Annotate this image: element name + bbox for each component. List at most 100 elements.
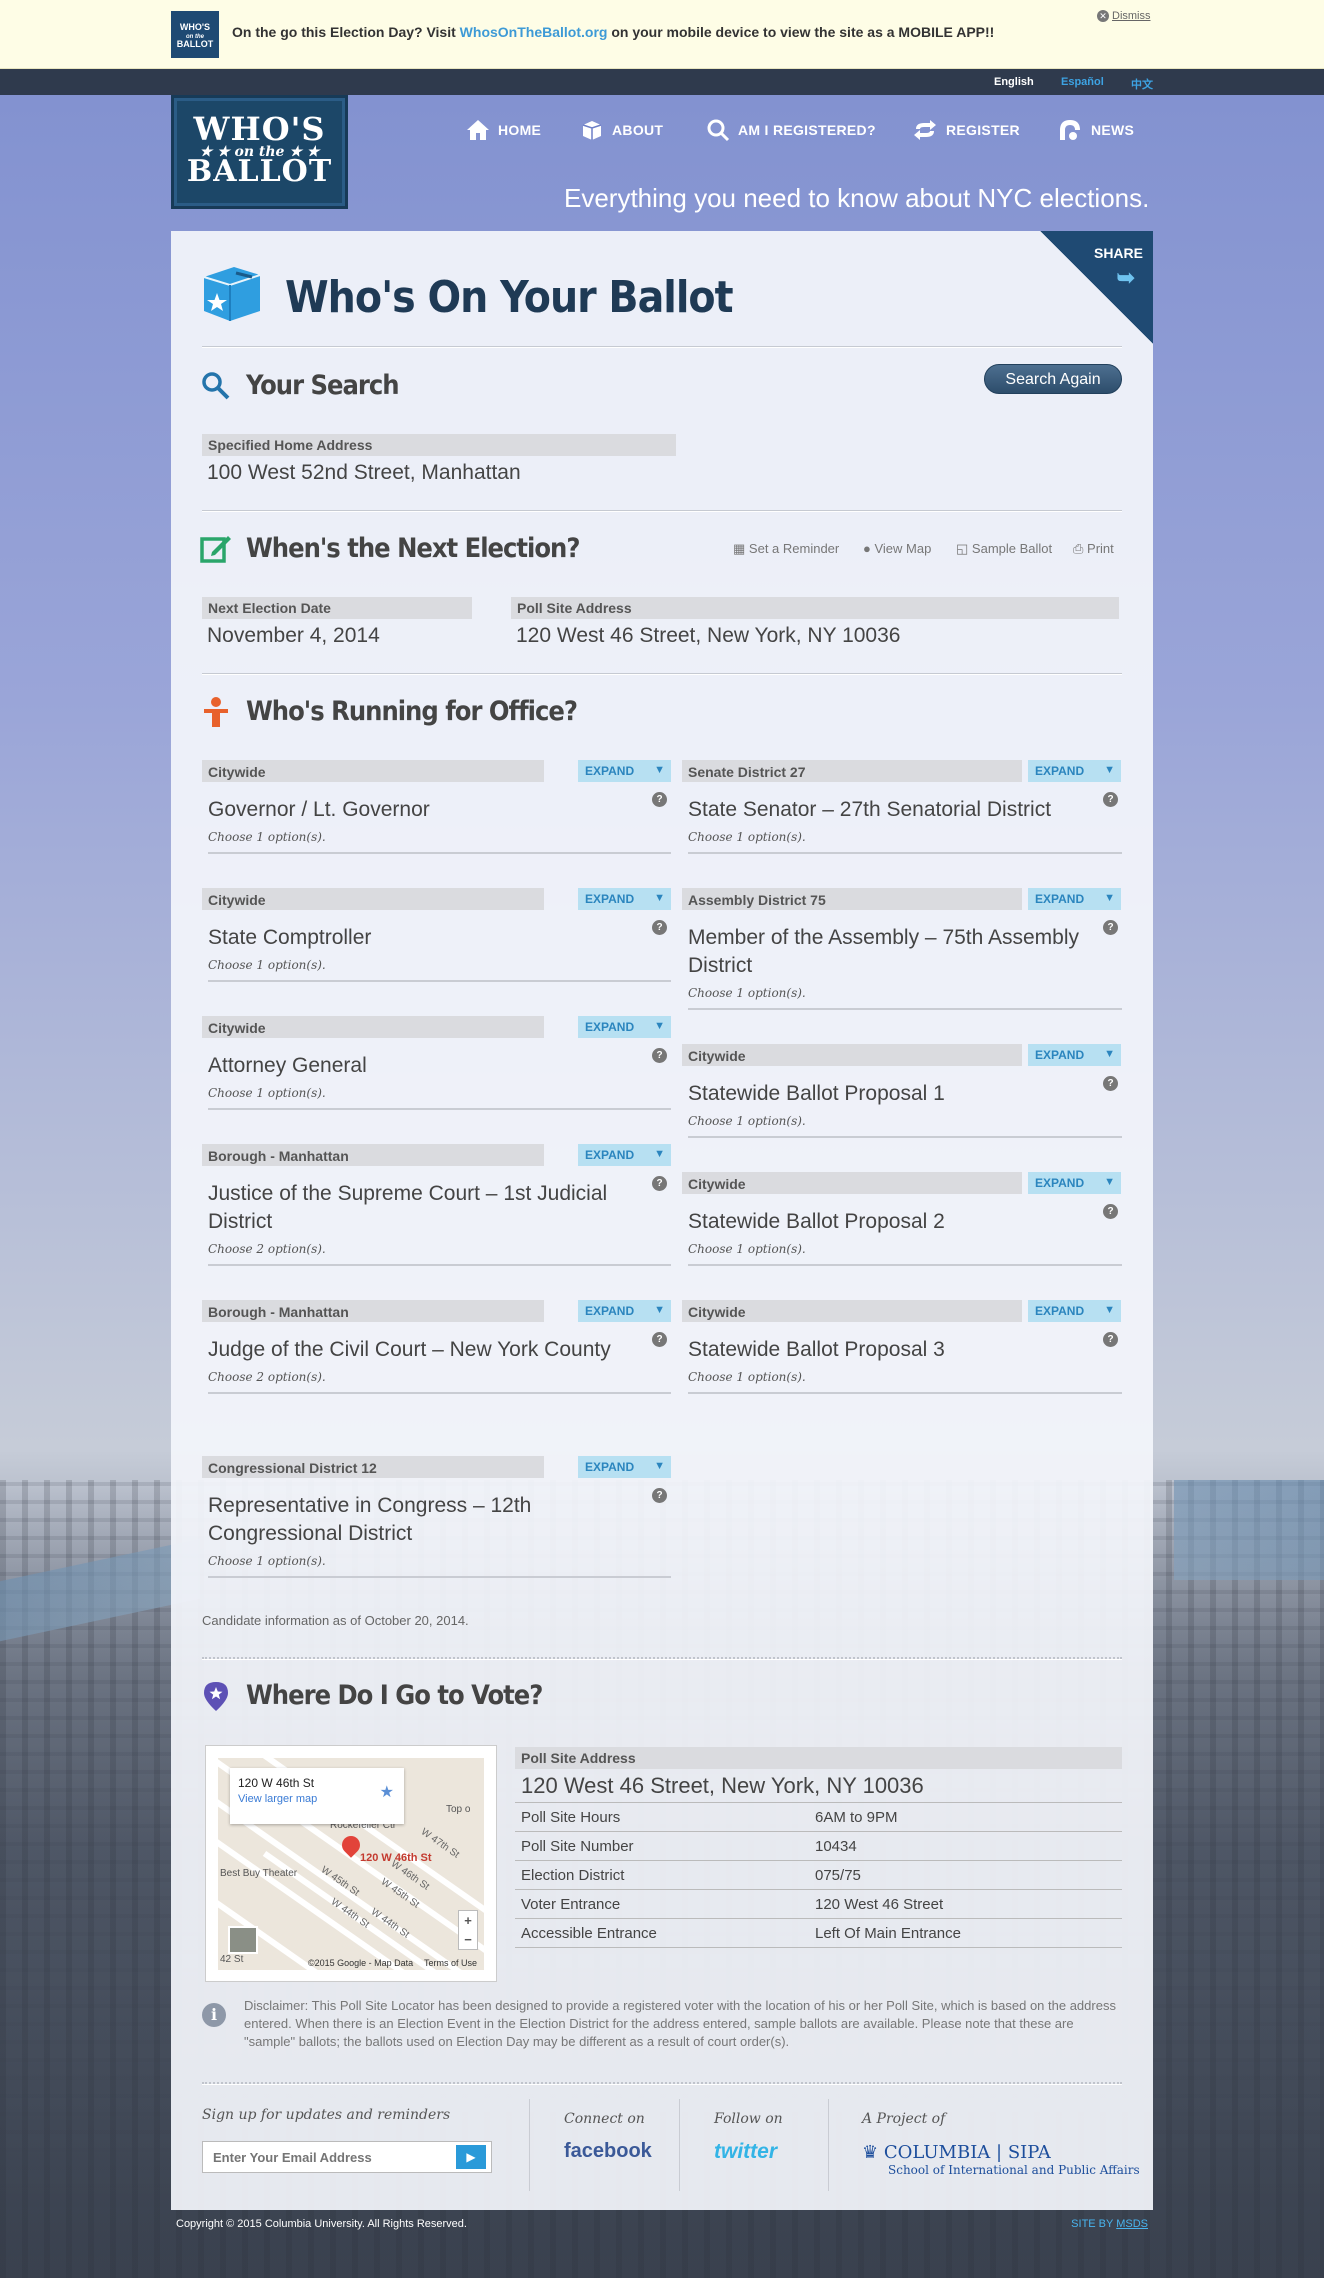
search-icon	[202, 372, 230, 400]
divider	[202, 2082, 1122, 2085]
set-reminder-link[interactable]: ▦ Set a Reminder	[733, 541, 839, 557]
nav-home-label: HOME	[498, 122, 542, 138]
detail-value: 120 West 46 Street	[815, 1895, 944, 1913]
chevron-down-icon: ▼	[654, 892, 665, 904]
detail-row: Accessible Entrance Left Of Main Entrance	[515, 1919, 1122, 1948]
satellite-toggle[interactable]	[228, 1926, 258, 1954]
expand-button[interactable]: EXPAND ▼	[1028, 1172, 1121, 1194]
nav-about[interactable]: ABOUT	[580, 118, 663, 142]
map-info-title: 120 W 46th St	[238, 1776, 315, 1790]
lang-spanish[interactable]: Español	[1061, 76, 1104, 88]
nav-news-label: NEWS	[1091, 122, 1135, 138]
expand-button[interactable]: EXPAND ▼	[578, 888, 671, 910]
detail-row: Poll Site Number 10434	[515, 1832, 1122, 1861]
help-icon[interactable]: ?	[652, 792, 667, 807]
view-map-label: View Map	[874, 541, 932, 556]
twitter-link[interactable]: twitter	[714, 2140, 777, 2164]
banner-text: On the go this Election Day? Visit	[232, 24, 460, 40]
chevron-down-icon: ▼	[654, 1460, 665, 1472]
office-name: Statewide Ballot Proposal 1	[688, 1082, 945, 1105]
detail-key: Election District	[521, 1866, 625, 1884]
office-district: Citywide	[682, 1172, 1022, 1194]
columbia-sipa-logo[interactable]: ♛ COLUMBIA | SIPA School of Internationa…	[862, 2142, 1140, 2177]
office-card: Senate District 27 EXPAND ▼ ? State Senat…	[682, 760, 1122, 854]
nav-home[interactable]: HOME	[466, 118, 541, 142]
divider	[202, 1657, 1122, 1660]
map-info-window: 120 W 46th St View larger map ★	[230, 1768, 404, 1824]
banner-link[interactable]: WhosOnTheBallot.org	[460, 24, 608, 40]
nav-register[interactable]: REGISTER	[912, 118, 1020, 142]
svg-text:WHO'S: WHO'S	[180, 22, 210, 32]
help-icon[interactable]: ?	[1103, 1076, 1118, 1091]
poll-site-map[interactable]: W 45th St W 46th St W 44th St W 47th St …	[205, 1745, 497, 1982]
help-icon[interactable]: ?	[652, 1176, 667, 1191]
print-label: Print	[1087, 541, 1114, 556]
office-card: Assembly District 75 EXPAND ▼ ? Member of…	[682, 888, 1122, 1010]
lang-chinese[interactable]: 中文	[1131, 76, 1153, 92]
map-zoom-controls[interactable]: + −	[458, 1910, 478, 1950]
detail-value: Left Of Main Entrance	[815, 1924, 961, 1942]
divider	[529, 2099, 530, 2191]
footer-bar: Copyright © 2015 Columbia University. Al…	[171, 2210, 1153, 2238]
office-choose-count: Choose 1 option(s).	[688, 1114, 1122, 1138]
office-card: Congressional District 12 EXPAND ▼ ? Repr…	[202, 1456, 671, 1578]
section-heading-your-search: Your Search	[246, 370, 400, 401]
expand-button[interactable]: EXPAND ▼	[578, 1144, 671, 1166]
nav-news[interactable]: NEWS	[1057, 118, 1134, 142]
help-icon[interactable]: ?	[1103, 1204, 1118, 1219]
nav-am-i-registered[interactable]: AM I REGISTERED?	[706, 118, 876, 142]
refresh-arrows-icon	[914, 120, 936, 140]
email-submit-button[interactable]: ▶	[456, 2145, 486, 2169]
expand-button[interactable]: EXPAND ▼	[1028, 1044, 1121, 1066]
expand-button[interactable]: EXPAND ▼	[1028, 760, 1121, 782]
home-icon	[467, 120, 489, 140]
expand-button[interactable]: EXPAND ▼	[578, 760, 671, 782]
view-larger-map-link[interactable]: View larger map	[238, 1793, 396, 1805]
office-card: Citywide EXPAND ▼ ? Governor / Lt. Govern…	[202, 760, 671, 854]
sample-ballot-label: Sample Ballot	[971, 541, 1053, 556]
help-icon[interactable]: ?	[1103, 792, 1118, 807]
msds-link[interactable]: MSDS	[1116, 2218, 1148, 2230]
lang-english[interactable]: English	[994, 76, 1034, 88]
facebook-link[interactable]: facebook	[564, 2140, 652, 2163]
expand-button[interactable]: EXPAND ▼	[578, 1456, 671, 1478]
expand-button[interactable]: EXPAND ▼	[578, 1300, 671, 1322]
office-card: Citywide EXPAND ▼ ? Statewide Ballot Prop…	[682, 1300, 1122, 1394]
star-icon[interactable]: ★	[380, 1782, 394, 1802]
office-name: Statewide Ballot Proposal 2	[688, 1210, 945, 1233]
map-poi-label: Top o	[446, 1804, 471, 1815]
office-district: Citywide	[682, 1300, 1022, 1322]
share-button[interactable]: SHARE ➥	[1040, 231, 1153, 344]
office-card: Citywide EXPAND ▼ ? Attorney General Choo…	[202, 1016, 671, 1110]
map-canvas[interactable]: W 45th St W 46th St W 44th St W 47th St …	[218, 1758, 484, 1970]
ballot-box-icon	[582, 121, 602, 140]
office-name: Governor / Lt. Governor	[208, 798, 430, 821]
detail-row: Election District 075/75	[515, 1861, 1122, 1890]
help-icon[interactable]: ?	[652, 920, 667, 935]
view-map-link[interactable]: ● View Map	[863, 541, 931, 556]
help-icon[interactable]: ?	[1103, 920, 1118, 935]
office-choose-count: Choose 1 option(s).	[688, 830, 1122, 854]
columbia-name: COLUMBIA | SIPA	[883, 2142, 1051, 2163]
expand-button[interactable]: EXPAND ▼	[1028, 1300, 1121, 1322]
office-district: Senate District 27	[682, 760, 1022, 782]
banner-logo: WHO'S on the BALLOT	[171, 11, 219, 58]
email-input[interactable]	[202, 2141, 492, 2173]
print-link[interactable]: ⎙ Print	[1073, 541, 1114, 557]
help-icon[interactable]: ?	[652, 1488, 667, 1503]
site-logo[interactable]: WHO'S ★ ★ on the ★ ★ BALLOT	[171, 95, 348, 209]
map-terms-link[interactable]: Terms of Use	[424, 1958, 477, 1968]
search-again-button[interactable]: Search Again	[984, 364, 1122, 394]
help-icon[interactable]: ?	[652, 1048, 667, 1063]
office-card: Citywide EXPAND ▼ ? State Comptroller Cho…	[202, 888, 671, 982]
dismiss-button[interactable]: ✕ Dismiss	[1097, 10, 1151, 22]
office-name: Attorney General	[208, 1054, 367, 1077]
sample-ballot-link[interactable]: ◱ Sample Ballot	[956, 541, 1052, 557]
chevron-down-icon: ▼	[1104, 1048, 1115, 1060]
nav-about-label: ABOUT	[612, 122, 664, 138]
help-icon[interactable]: ?	[652, 1332, 667, 1347]
detail-row: Poll Site Hours 6AM to 9PM	[515, 1803, 1122, 1832]
expand-button[interactable]: EXPAND ▼	[578, 1016, 671, 1038]
expand-button[interactable]: EXPAND ▼	[1028, 888, 1121, 910]
help-icon[interactable]: ?	[1103, 1332, 1118, 1347]
